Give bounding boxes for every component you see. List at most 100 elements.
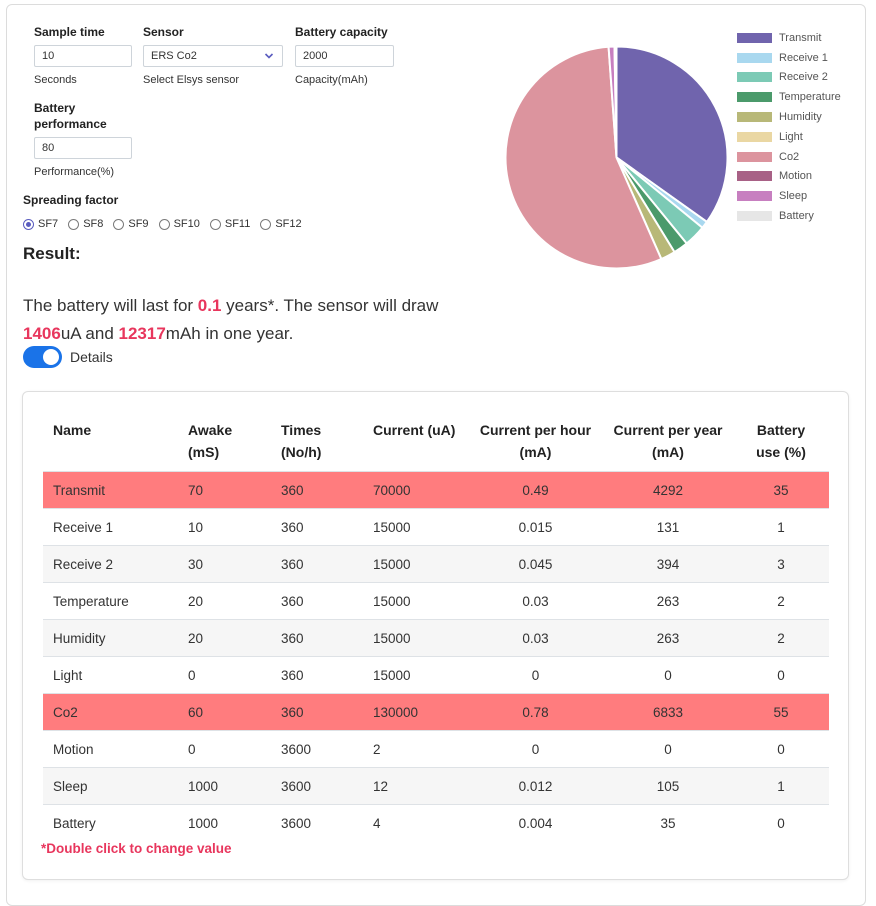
legend-item-battery[interactable]: Battery bbox=[737, 206, 841, 226]
table-cell-name: Transmit bbox=[43, 471, 178, 509]
table-cell-per-year[interactable]: 263 bbox=[603, 582, 733, 620]
table-cell-per-hour[interactable]: 0 bbox=[468, 730, 603, 768]
sample-time-group: Sample time bbox=[34, 24, 105, 40]
table-cell-awake[interactable]: 0 bbox=[178, 656, 271, 694]
table-cell-times[interactable]: 360 bbox=[271, 693, 363, 731]
table-cell-times[interactable]: 360 bbox=[271, 656, 363, 694]
table-cell-per-hour[interactable]: 0.03 bbox=[468, 582, 603, 620]
table-cell-per-year[interactable]: 0 bbox=[603, 730, 733, 768]
legend-item-temperature[interactable]: Temperature bbox=[737, 87, 841, 107]
legend-item-co2[interactable]: Co2 bbox=[737, 147, 841, 167]
table-cell-times[interactable]: 360 bbox=[271, 508, 363, 546]
table-cell-awake[interactable]: 20 bbox=[178, 582, 271, 620]
table-row: Sleep 1000 3600 12 0.012 105 1 bbox=[43, 767, 829, 805]
table-cell-current[interactable]: 15000 bbox=[363, 545, 468, 583]
legend-item-light[interactable]: Light bbox=[737, 127, 841, 147]
spreading-factor-radio-group: SF7 SF8 SF9 SF10 SF11 SF12 bbox=[23, 218, 312, 230]
table-cell-per-hour[interactable]: 0.012 bbox=[468, 767, 603, 805]
legend-item-transmit[interactable]: Transmit bbox=[737, 28, 841, 48]
column-header: Awake (mS) bbox=[188, 422, 233, 460]
table-cell-per-hour[interactable]: 0.015 bbox=[468, 508, 603, 546]
table-cell-current[interactable]: 2 bbox=[363, 730, 468, 768]
table-cell-awake[interactable]: 20 bbox=[178, 619, 271, 657]
table-cell-current[interactable]: 4 bbox=[363, 804, 468, 842]
sf-option-sf12[interactable]: SF12 bbox=[260, 218, 302, 230]
table-cell-per-year[interactable]: 131 bbox=[603, 508, 733, 546]
table-cell-current[interactable]: 70000 bbox=[363, 471, 468, 509]
legend-item-motion[interactable]: Motion bbox=[737, 167, 841, 187]
radio-sf12[interactable] bbox=[260, 218, 272, 230]
sf-option-sf7[interactable]: SF7 bbox=[23, 218, 58, 230]
radio-sf10[interactable] bbox=[158, 218, 170, 230]
table-cell-battery-use[interactable]: 1 bbox=[733, 508, 829, 546]
table-cell-times[interactable]: 3600 bbox=[271, 804, 363, 842]
table-cell-battery-use[interactable]: 3 bbox=[733, 545, 829, 583]
table-cell-current[interactable]: 15000 bbox=[363, 656, 468, 694]
table-cell-battery-use[interactable]: 0 bbox=[733, 656, 829, 694]
legend-item-receive-1[interactable]: Receive 1 bbox=[737, 48, 841, 68]
table-cell-awake[interactable]: 70 bbox=[178, 471, 271, 509]
table-cell-current[interactable]: 15000 bbox=[363, 582, 468, 620]
legend-item-receive-2[interactable]: Receive 2 bbox=[737, 68, 841, 88]
sf-option-sf11[interactable]: SF11 bbox=[209, 218, 250, 230]
legend-item-humidity[interactable]: Humidity bbox=[737, 107, 841, 127]
table-cell-current[interactable]: 15000 bbox=[363, 508, 468, 546]
table-cell-battery-use[interactable]: 55 bbox=[733, 693, 829, 731]
table-cell-battery-use[interactable]: 0 bbox=[733, 730, 829, 768]
table-cell-current[interactable]: 12 bbox=[363, 767, 468, 805]
sensor-group: Sensor bbox=[143, 24, 184, 40]
sf-option-sf8[interactable]: SF8 bbox=[68, 218, 103, 230]
table-cell-times[interactable]: 360 bbox=[271, 619, 363, 657]
battery-capacity-input[interactable]: 2000 bbox=[295, 45, 394, 67]
table-cell-times[interactable]: 3600 bbox=[271, 730, 363, 768]
table-cell-battery-use[interactable]: 1 bbox=[733, 767, 829, 805]
table-cell-current[interactable]: 130000 bbox=[363, 693, 468, 731]
table-cell-per-year[interactable]: 35 bbox=[603, 804, 733, 842]
sensor-select[interactable]: ERS Co2 bbox=[143, 45, 283, 67]
table-cell-times[interactable]: 360 bbox=[271, 471, 363, 509]
table-cell-times[interactable]: 3600 bbox=[271, 767, 363, 805]
column-header: Current (uA) bbox=[373, 422, 456, 438]
table-cell-awake[interactable]: 10 bbox=[178, 508, 271, 546]
table-cell-per-year[interactable]: 105 bbox=[603, 767, 733, 805]
radio-sf11[interactable] bbox=[209, 218, 221, 230]
table-cell-per-hour[interactable]: 0.03 bbox=[468, 619, 603, 657]
table-cell-per-year[interactable]: 394 bbox=[603, 545, 733, 583]
table-cell-per-year[interactable]: 263 bbox=[603, 619, 733, 657]
table-cell-per-hour[interactable]: 0.49 bbox=[468, 471, 603, 509]
sensor-select-value: ERS Co2 bbox=[151, 50, 197, 62]
sf-option-sf9[interactable]: SF9 bbox=[113, 218, 149, 230]
table-cell-awake[interactable]: 0 bbox=[178, 730, 271, 768]
double-click-note: *Double click to change value bbox=[41, 841, 232, 856]
table-cell-name: Receive 2 bbox=[43, 545, 178, 583]
table-cell-current[interactable]: 15000 bbox=[363, 619, 468, 657]
sf-option-sf10[interactable]: SF10 bbox=[158, 218, 200, 230]
table-cell-per-year[interactable]: 0 bbox=[603, 656, 733, 694]
sample-time-input[interactable]: 10 bbox=[34, 45, 132, 67]
table-cell-per-hour[interactable]: 0.78 bbox=[468, 693, 603, 731]
details-toggle[interactable] bbox=[23, 346, 62, 368]
table-cell-per-hour[interactable]: 0.045 bbox=[468, 545, 603, 583]
battery-performance-input[interactable]: 80 bbox=[34, 137, 132, 159]
legend-item-sleep[interactable]: Sleep bbox=[737, 186, 841, 206]
table-cell-per-hour[interactable]: 0 bbox=[468, 656, 603, 694]
table-cell-battery-use[interactable]: 35 bbox=[733, 471, 829, 509]
chevron-down-icon bbox=[264, 53, 274, 59]
radio-sf8[interactable] bbox=[68, 218, 80, 230]
table-cell-awake[interactable]: 30 bbox=[178, 545, 271, 583]
table-cell-awake[interactable]: 1000 bbox=[178, 804, 271, 842]
table-cell-awake[interactable]: 60 bbox=[178, 693, 271, 731]
table-cell-per-year[interactable]: 4292 bbox=[603, 471, 733, 509]
table-cell-battery-use[interactable]: 0 bbox=[733, 804, 829, 842]
table-cell-awake[interactable]: 1000 bbox=[178, 767, 271, 805]
table-cell-times[interactable]: 360 bbox=[271, 582, 363, 620]
table-cell-times[interactable]: 360 bbox=[271, 545, 363, 583]
radio-sf9[interactable] bbox=[113, 218, 125, 230]
table-cell-battery-use[interactable]: 2 bbox=[733, 619, 829, 657]
table-cell-per-year[interactable]: 6833 bbox=[603, 693, 733, 731]
table-cell-per-hour[interactable]: 0.004 bbox=[468, 804, 603, 842]
table-cell-battery-use[interactable]: 2 bbox=[733, 582, 829, 620]
result-text-part: years*. The sensor will draw bbox=[221, 296, 439, 315]
result-title: Result: bbox=[23, 244, 81, 263]
radio-sf7[interactable] bbox=[23, 218, 34, 230]
